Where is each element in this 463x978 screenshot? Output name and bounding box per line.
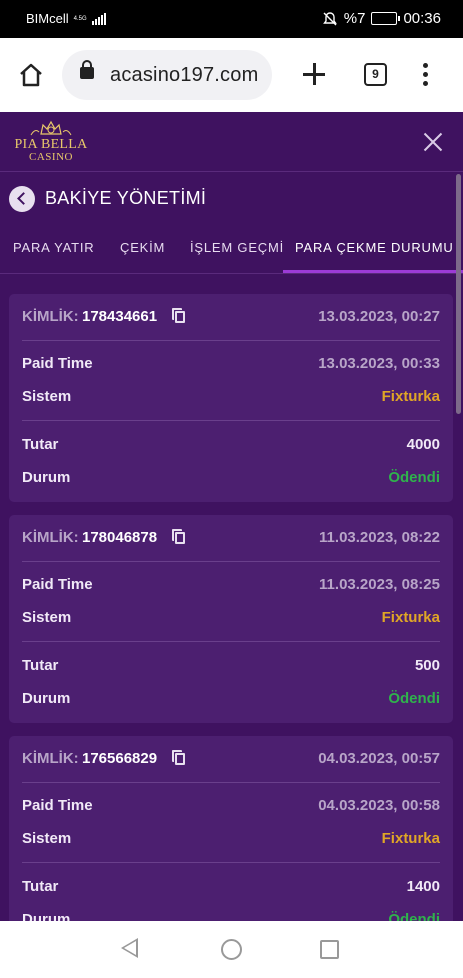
address-bar[interactable]: acasino197.com bbox=[62, 50, 272, 100]
status-label: Durum bbox=[22, 690, 71, 707]
paid-time-label: Paid Time bbox=[22, 576, 93, 593]
carrier-info: BIMcell 4.5G bbox=[26, 11, 106, 26]
divider bbox=[22, 862, 440, 863]
mute-bell-icon bbox=[322, 11, 337, 25]
withdrawal-id: 178434661 bbox=[82, 308, 158, 325]
withdrawal-id: 176566829 bbox=[82, 750, 158, 767]
crown-icon bbox=[30, 120, 72, 136]
page-title: BAKİYE YÖNETİMİ bbox=[45, 188, 207, 208]
status-icons: %7 00:36 bbox=[322, 10, 441, 27]
lock-icon bbox=[80, 60, 94, 79]
nav-home-icon[interactable] bbox=[221, 939, 242, 960]
id-label: KİMLİK: bbox=[22, 750, 79, 767]
withdrawal-card: KİMLİK: 178046878 11.03.2023, 08:22 Paid… bbox=[9, 515, 453, 723]
card-header-row: KİMLİK: 178046878 11.03.2023, 08:22 bbox=[22, 523, 440, 553]
back-button[interactable] bbox=[9, 186, 35, 212]
page-title-bar: BAKİYE YÖNETİMİ bbox=[0, 173, 463, 225]
divider bbox=[22, 420, 440, 421]
signal-icon bbox=[91, 12, 106, 25]
withdrawal-id: 178046878 bbox=[82, 529, 158, 546]
battery-icon bbox=[371, 12, 401, 25]
scrollbar[interactable] bbox=[456, 174, 461, 414]
active-tab-indicator bbox=[283, 270, 463, 273]
carrier-name: BIMcell bbox=[26, 11, 69, 26]
created-date: 13.03.2023, 00:27 bbox=[318, 308, 440, 325]
system-row: Sistem Fixturka bbox=[22, 603, 440, 633]
system-value: Fixturka bbox=[381, 609, 440, 626]
amount-row: Tutar 500 bbox=[22, 651, 440, 681]
status-bar: BIMcell 4.5G %7 00:36 bbox=[0, 0, 463, 38]
paid-time-row: Paid Time 13.03.2023, 00:33 bbox=[22, 349, 440, 379]
logo-line-1: PIA BELLA bbox=[14, 137, 88, 152]
divider bbox=[22, 641, 440, 642]
copy-icon[interactable] bbox=[172, 750, 186, 766]
copy-icon[interactable] bbox=[172, 529, 186, 545]
logo[interactable]: PIA BELLA CASINO bbox=[11, 118, 91, 168]
system-label: Sistem bbox=[22, 609, 72, 626]
app-panel: PIA BELLA CASINO BAKİYE YÖNETİMİ PARA YA… bbox=[0, 112, 463, 921]
system-nav-bar bbox=[0, 921, 463, 978]
divider bbox=[22, 340, 440, 341]
system-label: Sistem bbox=[22, 830, 72, 847]
created-date: 11.03.2023, 08:22 bbox=[319, 529, 440, 546]
amount-row: Tutar 1400 bbox=[22, 872, 440, 902]
paid-time-label: Paid Time bbox=[22, 355, 93, 372]
tab-bar: PARA YATIR ÇEKİM İŞLEM GEÇMİ PARA ÇEKME … bbox=[0, 225, 463, 274]
card-header-row: KİMLİK: 178434661 13.03.2023, 00:27 bbox=[22, 302, 440, 332]
paid-time-row: Paid Time 11.03.2023, 08:25 bbox=[22, 570, 440, 600]
system-row: Sistem Fixturka bbox=[22, 824, 440, 854]
status-row: Durum Ödendi bbox=[22, 463, 440, 493]
status-badge: Ödendi bbox=[388, 469, 440, 486]
battery-percent: %7 bbox=[343, 10, 366, 27]
home-icon[interactable] bbox=[18, 62, 44, 88]
status-label: Durum bbox=[22, 911, 71, 921]
system-value: Fixturka bbox=[381, 830, 440, 847]
status-row: Durum Ödendi bbox=[22, 905, 440, 921]
amount-label: Tutar bbox=[22, 657, 59, 674]
paid-time-value: 13.03.2023, 00:33 bbox=[318, 355, 440, 372]
more-options-icon[interactable] bbox=[423, 63, 429, 87]
system-row: Sistem Fixturka bbox=[22, 382, 440, 412]
copy-icon[interactable] bbox=[172, 308, 186, 324]
status-label: Durum bbox=[22, 469, 71, 486]
tab-withdraw[interactable]: ÇEKİM bbox=[120, 240, 165, 255]
paid-time-value: 04.03.2023, 00:58 bbox=[318, 797, 440, 814]
amount-label: Tutar bbox=[22, 436, 59, 453]
tab-switcher-button[interactable]: 9 bbox=[364, 63, 387, 86]
divider bbox=[22, 561, 440, 562]
network-type: 4.5G bbox=[73, 15, 87, 22]
created-date: 04.03.2023, 00:57 bbox=[318, 750, 440, 767]
paid-time-row: Paid Time 04.03.2023, 00:58 bbox=[22, 791, 440, 821]
withdrawal-card: KİMLİK: 178434661 13.03.2023, 00:27 Paid… bbox=[9, 294, 453, 502]
tab-withdrawal-status[interactable]: PARA ÇEKME DURUMU bbox=[295, 240, 454, 255]
id-label: KİMLİK: bbox=[22, 529, 79, 546]
divider bbox=[22, 782, 440, 783]
browser-toolbar: acasino197.com 9 bbox=[0, 38, 463, 112]
status-badge: Ödendi bbox=[388, 911, 440, 921]
system-value: Fixturka bbox=[381, 388, 440, 405]
new-tab-icon[interactable] bbox=[303, 63, 325, 85]
clock: 00:36 bbox=[403, 10, 441, 27]
nav-recents-icon[interactable] bbox=[320, 940, 339, 959]
tab-deposit[interactable]: PARA YATIR bbox=[13, 240, 94, 255]
tab-history[interactable]: İŞLEM GEÇMİ bbox=[190, 240, 284, 255]
status-badge: Ödendi bbox=[388, 690, 440, 707]
card-header-row: KİMLİK: 176566829 04.03.2023, 00:57 bbox=[22, 744, 440, 774]
id-label: KİMLİK: bbox=[22, 308, 79, 325]
amount-value: 500 bbox=[414, 657, 440, 674]
amount-row: Tutar 4000 bbox=[22, 430, 440, 460]
paid-time-value: 11.03.2023, 08:25 bbox=[319, 576, 440, 593]
app-header: PIA BELLA CASINO bbox=[0, 112, 463, 172]
close-icon[interactable] bbox=[423, 132, 443, 152]
amount-label: Tutar bbox=[22, 878, 59, 895]
system-label: Sistem bbox=[22, 388, 72, 405]
nav-back-icon[interactable] bbox=[121, 938, 138, 958]
amount-value: 4000 bbox=[406, 436, 440, 453]
withdrawal-card: KİMLİK: 176566829 04.03.2023, 00:57 Paid… bbox=[9, 736, 453, 921]
paid-time-label: Paid Time bbox=[22, 797, 93, 814]
logo-line-2: CASINO bbox=[29, 151, 73, 163]
url-text: acasino197.com bbox=[110, 64, 259, 86]
amount-value: 1400 bbox=[406, 878, 440, 895]
status-row: Durum Ödendi bbox=[22, 684, 440, 714]
